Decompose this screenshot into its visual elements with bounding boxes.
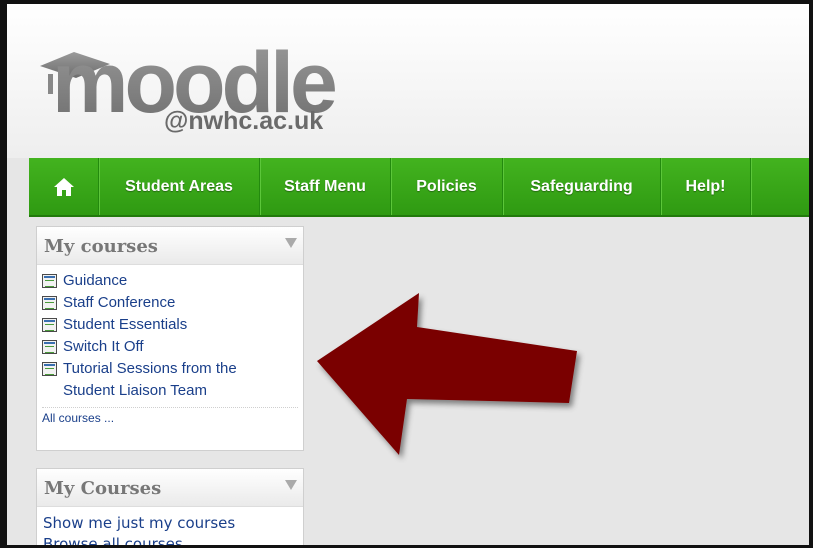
- course-link-student-essentials[interactable]: Student Essentials: [42, 314, 303, 336]
- nav-home[interactable]: [29, 158, 99, 215]
- browser-viewport: moodle @nwhc.ac.uk Student Areas Staff M…: [0, 0, 813, 548]
- left-margin: [7, 158, 29, 545]
- block-header: My Courses: [37, 469, 303, 507]
- my-courses-block-2: My Courses Show me just my courses Brows…: [36, 468, 304, 545]
- site-header: moodle @nwhc.ac.uk: [7, 4, 809, 158]
- course-icon: [42, 318, 57, 332]
- collapse-toggle-icon[interactable]: [285, 480, 297, 490]
- course-link-tutorial-sessions[interactable]: Tutorial Sessions from the Student Liais…: [42, 358, 303, 402]
- home-icon: [53, 177, 74, 196]
- annotation-arrow: [317, 293, 577, 455]
- show-my-courses-link[interactable]: Show me just my courses: [37, 507, 303, 534]
- moodle-logo[interactable]: moodle @nwhc.ac.uk: [34, 24, 354, 142]
- course-link-guidance[interactable]: Guidance: [42, 270, 303, 292]
- nav-help[interactable]: Help!: [661, 158, 751, 215]
- my-courses-block: My courses Guidance Staff Conference Stu…: [36, 226, 304, 451]
- course-list: Guidance Staff Conference Student Essent…: [37, 265, 303, 402]
- nav-safeguarding[interactable]: Safeguarding: [503, 158, 661, 215]
- course-link-switch-it-off[interactable]: Switch It Off: [42, 336, 303, 358]
- collapse-toggle-icon[interactable]: [285, 238, 297, 248]
- course-icon: [42, 296, 57, 310]
- main-navbar: Student Areas Staff Menu Policies Safegu…: [29, 158, 809, 217]
- nav-policies[interactable]: Policies: [391, 158, 503, 215]
- nav-staff-menu[interactable]: Staff Menu: [260, 158, 391, 215]
- course-icon: [42, 274, 57, 288]
- block-header: My courses: [37, 227, 303, 265]
- course-link-staff-conference[interactable]: Staff Conference: [42, 292, 303, 314]
- logo-subtext: @nwhc.ac.uk: [164, 107, 323, 135]
- course-icon: [42, 362, 57, 376]
- course-icon: [42, 340, 57, 354]
- all-courses-link[interactable]: All courses ...: [42, 407, 298, 425]
- block-title: My courses: [44, 236, 158, 257]
- browse-all-courses-link[interactable]: Browse all courses: [37, 534, 303, 545]
- block-title: My Courses: [44, 478, 162, 499]
- nav-student-areas[interactable]: Student Areas: [99, 158, 260, 215]
